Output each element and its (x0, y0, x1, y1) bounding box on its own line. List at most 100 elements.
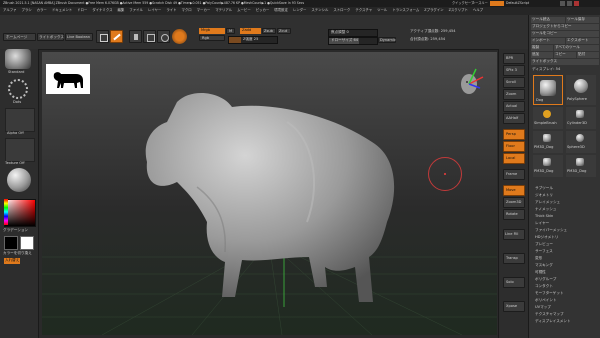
quicksave-button[interactable]: クイックセーブ (452, 1, 474, 5)
copy-tool-button[interactable]: ツールをコピー (531, 31, 599, 37)
menu-marker[interactable]: マーカー (197, 8, 211, 12)
close-icon[interactable] (574, 1, 579, 6)
menu-material[interactable]: マテリアル (215, 8, 232, 12)
menu-tool[interactable]: ツール (377, 8, 387, 12)
subpalette-visibility[interactable]: 可視性 (535, 270, 599, 275)
rgb-button[interactable]: Rgb (199, 35, 225, 41)
persp-button[interactable]: Persp (503, 129, 525, 140)
xpose-button[interactable]: Xpose (503, 301, 525, 312)
copy-button[interactable]: コピー (554, 52, 576, 58)
scale-button[interactable] (143, 30, 156, 43)
stroke-thumbnail[interactable] (8, 79, 28, 99)
transp-button[interactable]: Transp (503, 253, 525, 264)
subpalette-thickskin[interactable]: Thick Skin (535, 214, 599, 219)
zcut-button[interactable]: Zcut (277, 28, 291, 34)
add-button[interactable]: 追加 (531, 52, 553, 58)
subpalette-layers[interactable]: レイヤー (535, 221, 599, 226)
local-button[interactable]: Local (503, 153, 525, 164)
menu-transform[interactable]: トランスフォーム (392, 8, 419, 12)
menu-color[interactable]: カラー (37, 8, 47, 12)
tool-thumb-simplebrush[interactable]: SimpleBrush (533, 107, 563, 129)
subpalette-preview[interactable]: プレビュー (535, 242, 599, 247)
reference-image[interactable] (46, 64, 90, 94)
subpalette-morphtarget[interactable]: モーフターゲット (535, 291, 599, 296)
menu-dynamics[interactable]: ダイナミクス (92, 8, 112, 12)
live-boolean-tab[interactable]: Live Boolean (65, 33, 93, 41)
default-zscript-button[interactable]: DefaultZScript (506, 1, 529, 5)
cow-model[interactable] (137, 82, 417, 307)
solo-button[interactable]: Solo (503, 277, 525, 288)
menu-picker[interactable]: ピッカー (256, 8, 270, 12)
subpalette-deformation[interactable]: 変形 (535, 256, 599, 261)
actual-button[interactable]: Actual (503, 101, 525, 112)
menu-edit[interactable]: 編集 (118, 8, 125, 12)
tool-thumb-dog-a[interactable]: PM3D_Dog (533, 131, 563, 153)
menu-movie[interactable]: ムービー (237, 8, 251, 12)
menu-preferences[interactable]: 環境設定 (274, 8, 288, 12)
subpalette-texturemap[interactable]: テクスチャマップ (535, 312, 599, 317)
subpalette-surface[interactable]: サーフェス (535, 249, 599, 254)
all-tools-button[interactable]: すべてのツール (554, 45, 599, 51)
zsub-button[interactable]: Zsub (262, 28, 276, 34)
move-button[interactable] (129, 30, 142, 43)
subpalette-masking[interactable]: マスキング (535, 263, 599, 268)
menu-help[interactable]: ヘルプ (473, 8, 483, 12)
zadd-button[interactable]: Zadd (240, 28, 261, 34)
menu-render[interactable]: レンダー (293, 8, 307, 12)
menu-alpha[interactable]: アルファ (3, 8, 17, 12)
zoom-button[interactable]: Zoom (503, 89, 525, 100)
frame-button[interactable]: Frame (503, 169, 525, 180)
bpr-button[interactable]: BPR (503, 53, 525, 64)
mrgb-button[interactable]: Mrgb (199, 28, 225, 34)
menu-stencil[interactable]: ステンシル (311, 8, 328, 12)
menus-toggle[interactable] (490, 1, 504, 6)
main-color-swatch[interactable] (4, 236, 18, 250)
subpalette-contact[interactable]: コンタクト (535, 284, 599, 289)
seethrough-slider[interactable]: シースルー (472, 1, 488, 5)
texture-thumbnail[interactable] (5, 138, 35, 162)
material-sphere-icon[interactable] (172, 29, 187, 44)
floor-button[interactable]: Floor (503, 141, 525, 152)
menu-draw[interactable]: ドロー (77, 8, 87, 12)
subpalette-subtool[interactable]: サブツール (535, 186, 599, 191)
tool-thumb-sphere3d[interactable]: Sphere3D (566, 131, 596, 153)
subpalette-nanomesh[interactable]: ナノメッシュ (535, 207, 599, 212)
subpalette-displacement[interactable]: ディスプレイスメント (535, 319, 599, 324)
import-button[interactable]: インポート (531, 38, 565, 44)
tool-thumb-polysphere[interactable]: PolySphere (566, 75, 596, 105)
menu-zplugin[interactable]: Zプラグイン (424, 8, 443, 12)
alpha-thumbnail[interactable] (5, 108, 35, 132)
menu-stroke[interactable]: ストローク (333, 8, 350, 12)
m-button[interactable]: M (226, 28, 235, 34)
brush-thumbnail[interactable] (5, 49, 31, 69)
focal-shift-slider[interactable]: 焦点調整 0 (328, 29, 378, 37)
secondary-color-swatch[interactable] (20, 236, 34, 250)
menu-file[interactable]: ファイル (129, 8, 143, 12)
lightbox-tools-button[interactable]: ライトボックス (531, 59, 599, 65)
tool-thumb-current[interactable]: Dog (533, 75, 563, 105)
aahalf-button[interactable]: AAHalf (503, 113, 525, 124)
home-page-tab[interactable]: ホームページ (3, 33, 36, 41)
subpalette-uvmap[interactable]: UVマップ (535, 305, 599, 310)
minimize-icon[interactable] (560, 1, 565, 6)
menu-macro[interactable]: マクロ (182, 8, 192, 12)
subpalette-geometry[interactable]: ジオメトリ (535, 193, 599, 198)
subpalette-polypaint[interactable]: ポリペイント (535, 298, 599, 303)
menu-layer[interactable]: レイヤー (148, 8, 161, 12)
spix-button[interactable]: SPix 3 (503, 65, 525, 76)
canvas-viewport[interactable] (42, 52, 497, 335)
menu-brush[interactable]: ブラシ (22, 8, 32, 12)
line-fill-button[interactable]: Line Fill (503, 229, 525, 240)
tool-thumb-cylinder[interactable]: Cylinder3D (566, 107, 596, 129)
maximize-icon[interactable] (567, 1, 572, 6)
menu-light[interactable]: ライト (166, 8, 176, 12)
menu-document[interactable]: ドキュメント (52, 8, 72, 12)
scroll-button[interactable]: Scroll (503, 77, 525, 88)
switch-color-button[interactable]: カラーを切り換え (3, 251, 32, 256)
subpalette-polygroups[interactable]: ポリグループ (535, 277, 599, 282)
move-view-button[interactable]: Move (503, 185, 525, 196)
material-thumbnail[interactable] (7, 168, 31, 192)
rotate-view-button[interactable]: Rotate (503, 209, 525, 220)
paste-button[interactable]: 貼付 (577, 52, 599, 58)
subpalette-hdgeometry[interactable]: HDジオメトリ (535, 235, 599, 240)
